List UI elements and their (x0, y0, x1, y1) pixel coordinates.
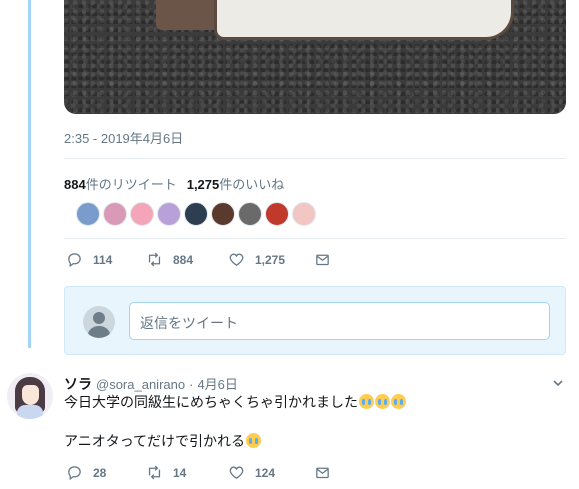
retweet-button[interactable]: 884 (146, 251, 228, 268)
retweet-count: 884 (64, 177, 86, 192)
reply-count: 114 (93, 252, 113, 267)
reply-line-2: アニオタってだけで引かれる (64, 433, 246, 449)
reply-date[interactable]: 4月6日 (197, 374, 237, 393)
like-button[interactable]: 124 (228, 464, 314, 481)
chevron-down-icon[interactable] (552, 377, 564, 389)
liker-avatar[interactable] (211, 202, 235, 226)
dm-button[interactable] (314, 251, 331, 268)
avatar-face (22, 385, 39, 405)
reply-author-name[interactable]: ソラ (64, 374, 92, 394)
reply-icon (68, 466, 81, 481)
tweet-photo[interactable] (64, 0, 566, 114)
thread-line (28, 0, 31, 348)
liker-avatar[interactable] (265, 202, 289, 226)
liker-avatar[interactable] (130, 202, 154, 226)
reply-icon (68, 253, 81, 268)
tweet-timestamp[interactable]: 2:35 - 2019年4月6日 (64, 128, 183, 147)
liker-avatar[interactable] (238, 202, 262, 226)
tweet-actions: 114 884 1,275 (66, 251, 331, 268)
retweet-action-count: 14 (173, 465, 187, 480)
photo-paper (214, 0, 514, 40)
heart-icon (229, 253, 244, 266)
reply-actions: 28 14 124 (66, 464, 331, 481)
reply-line-1: 今日大学の同級生にめちゃくちゃ引かれました (64, 394, 358, 410)
avatar[interactable] (7, 373, 53, 419)
liker-avatar[interactable] (103, 202, 127, 226)
like-action-count: 1,275 (255, 252, 286, 267)
like-action-count: 124 (255, 465, 276, 480)
reply-composer: 返信をツイート (64, 286, 566, 355)
retweet-icon (148, 465, 161, 480)
envelope-icon (316, 467, 329, 479)
crying-face-emoji (375, 394, 390, 409)
retweet-stat-label: 件のリツイート (85, 177, 177, 192)
retweet-action-count: 884 (173, 252, 194, 267)
reply-button[interactable]: 114 (66, 251, 146, 268)
reply-author-handle[interactable]: @sora_anirano (96, 377, 185, 392)
tweet-stats: 884件のリツイート 1,275件のいいね (64, 174, 284, 193)
divider (64, 238, 566, 239)
heart-icon (229, 466, 244, 479)
crying-face-emoji (391, 394, 406, 409)
like-stat[interactable]: 1,275件のいいね (187, 177, 285, 192)
reply-button[interactable]: 28 (66, 464, 146, 481)
liker-avatar[interactable] (157, 202, 181, 226)
liker-avatar[interactable] (76, 202, 100, 226)
crying-face-emoji (246, 433, 262, 448)
reply-header: ソラ @sora_anirano · 4月6日 (64, 374, 238, 394)
divider (64, 158, 566, 159)
like-count: 1,275 (186, 177, 220, 192)
reply-text-line: アニオタってだけで引かれる (64, 432, 262, 450)
reply-input[interactable]: 返信をツイート (129, 302, 550, 340)
like-button[interactable]: 1,275 (228, 251, 314, 268)
envelope-icon (316, 254, 329, 266)
reply-text-line: 今日大学の同級生にめちゃくちゃ引かれました (64, 393, 406, 411)
liker-avatar[interactable] (184, 202, 208, 226)
retweet-stat[interactable]: 884件のリツイート (64, 177, 177, 192)
dot-separator: · (189, 377, 194, 392)
liker-avatars (76, 202, 316, 226)
dm-button[interactable] (314, 464, 331, 481)
like-stat-label: 件のいいね (219, 177, 285, 192)
avatar-body (17, 405, 43, 419)
retweet-icon (148, 252, 161, 267)
reply-count: 28 (93, 465, 107, 480)
liker-avatar[interactable] (292, 202, 316, 226)
current-user-avatar (83, 306, 115, 338)
retweet-button[interactable]: 14 (146, 464, 228, 481)
crying-face-emoji (359, 394, 374, 409)
